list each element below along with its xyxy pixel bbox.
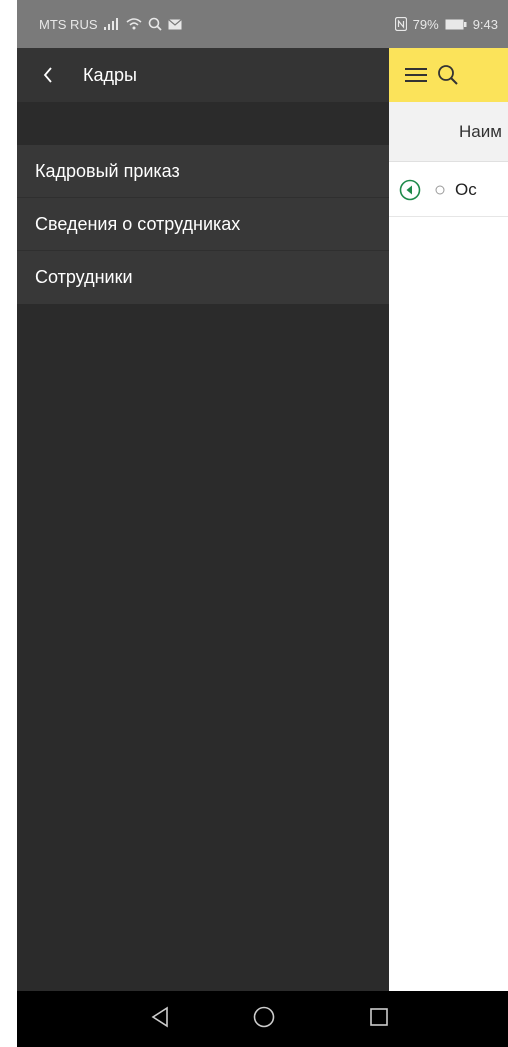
navigation-drawer: Кадры Кадровый приказ Сведения о сотрудн… (17, 48, 389, 991)
nfc-icon (394, 17, 407, 31)
battery-icon (445, 19, 467, 30)
search-icon (148, 17, 162, 31)
drawer-item-label: Сотрудники (35, 267, 133, 287)
battery-percent: 79% (412, 16, 439, 32)
nav-recents-button[interactable] (349, 991, 409, 1047)
drawer-item-label: Кадровый приказ (35, 160, 180, 181)
nav-back-button[interactable] (130, 991, 190, 1047)
drawer-item-employees[interactable]: Сотрудники (17, 251, 389, 304)
status-right: 79% 9:43 (394, 16, 498, 32)
drawer-spacer (17, 102, 389, 145)
drawer-header: Кадры (17, 48, 389, 102)
status-bar: MTS RUS 79% 9:43 (17, 0, 508, 48)
square-recents-icon (369, 1007, 389, 1032)
carrier-label: MTS RUS (39, 16, 98, 32)
phone-screen: MTS RUS 79% 9:43 Наим Ос Кадры Кадровый … (17, 0, 508, 1047)
app-toolbar (389, 48, 508, 102)
list-item-label: Ос (455, 179, 477, 199)
system-nav-bar (17, 991, 508, 1047)
column-header: Наим (389, 102, 508, 162)
list-item[interactable]: Ос (389, 163, 508, 217)
drawer-menu: Кадровый приказ Сведения о сотрудниках С… (17, 145, 389, 304)
expand-arrow-icon[interactable] (399, 179, 421, 201)
hamburger-icon[interactable] (405, 67, 427, 83)
clock: 9:43 (472, 16, 498, 32)
nav-home-button[interactable] (234, 991, 294, 1047)
chevron-left-icon[interactable] (43, 67, 63, 83)
drawer-item-employee-info[interactable]: Сведения о сотрудниках (17, 198, 389, 251)
drawer-title: Кадры (83, 64, 137, 85)
column-header-label: Наим (459, 121, 502, 141)
mail-icon (167, 18, 182, 30)
drawer-item-personnel-order[interactable]: Кадровый приказ (17, 145, 389, 198)
circle-home-icon (253, 1006, 275, 1033)
wifi-icon (126, 18, 142, 30)
drawer-item-label: Сведения о сотрудниках (35, 213, 241, 234)
signal-icon (103, 18, 120, 30)
status-dot-icon (435, 185, 445, 195)
search-icon[interactable] (437, 64, 459, 86)
status-left: MTS RUS (39, 17, 182, 32)
triangle-back-icon (150, 1006, 170, 1033)
